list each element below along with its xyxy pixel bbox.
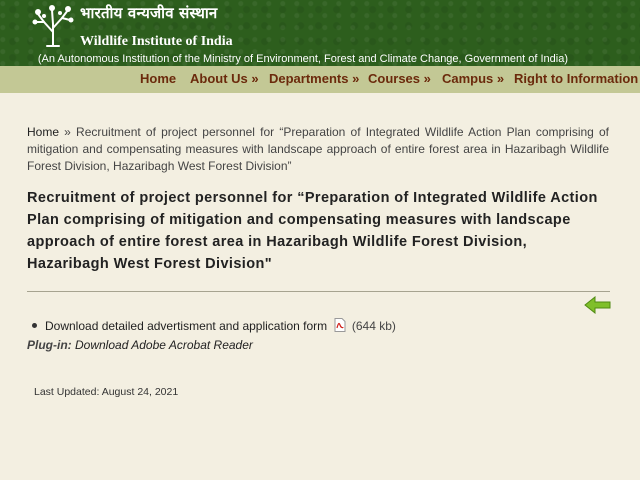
- nav-item-courses[interactable]: Courses »: [368, 71, 431, 86]
- nav-item-home[interactable]: Home: [140, 71, 176, 86]
- divider: [27, 291, 610, 292]
- main-nav: Home About Us » Departments » Courses » …: [0, 66, 640, 93]
- back-arrow-icon[interactable]: [584, 296, 611, 314]
- download-item: Download detailed advertisment and appli…: [32, 317, 396, 333]
- acrobat-reader-link[interactable]: Download Adobe Acrobat Reader: [75, 338, 253, 352]
- nav-item-campus[interactable]: Campus »: [442, 71, 504, 86]
- plugin-line: Plug-in: Download Adobe Acrobat Reader: [27, 338, 253, 352]
- site-header: भारतीय वन्यजीव संस्थान Wildlife Institut…: [0, 0, 640, 66]
- institute-name-hindi: भारतीय वन्यजीव संस्थान: [80, 4, 218, 22]
- breadcrumb-separator: »: [59, 125, 77, 139]
- nav-item-departments[interactable]: Departments »: [269, 71, 359, 86]
- plugin-label: Plug-in:: [27, 338, 72, 352]
- page-title: Recruitment of project personnel for “Pr…: [27, 190, 598, 272]
- nav-item-about-us[interactable]: About Us »: [190, 71, 259, 86]
- file-size: (644 kb): [351, 319, 396, 333]
- last-updated: Last Updated: August 24, 2021: [34, 386, 179, 398]
- tree-logo-icon[interactable]: [30, 2, 76, 48]
- nav-item-right-to-information[interactable]: Right to Information »: [514, 71, 640, 86]
- bullet: [32, 323, 37, 329]
- download-advertisement-link[interactable]: Download detailed advertisment and appli…: [45, 319, 327, 333]
- institute-subtitle: (An Autonomous Institution of the Minist…: [37, 53, 568, 65]
- breadcrumb-home-link[interactable]: Home: [27, 125, 59, 139]
- breadcrumb-current: Recruitment of project personnel for “Pr…: [27, 125, 610, 173]
- pdf-icon[interactable]: [334, 317, 346, 332]
- breadcrumb: Home » Recruitment of project personnel …: [27, 124, 609, 175]
- institute-name-english: Wildlife Institute of India: [80, 34, 233, 49]
